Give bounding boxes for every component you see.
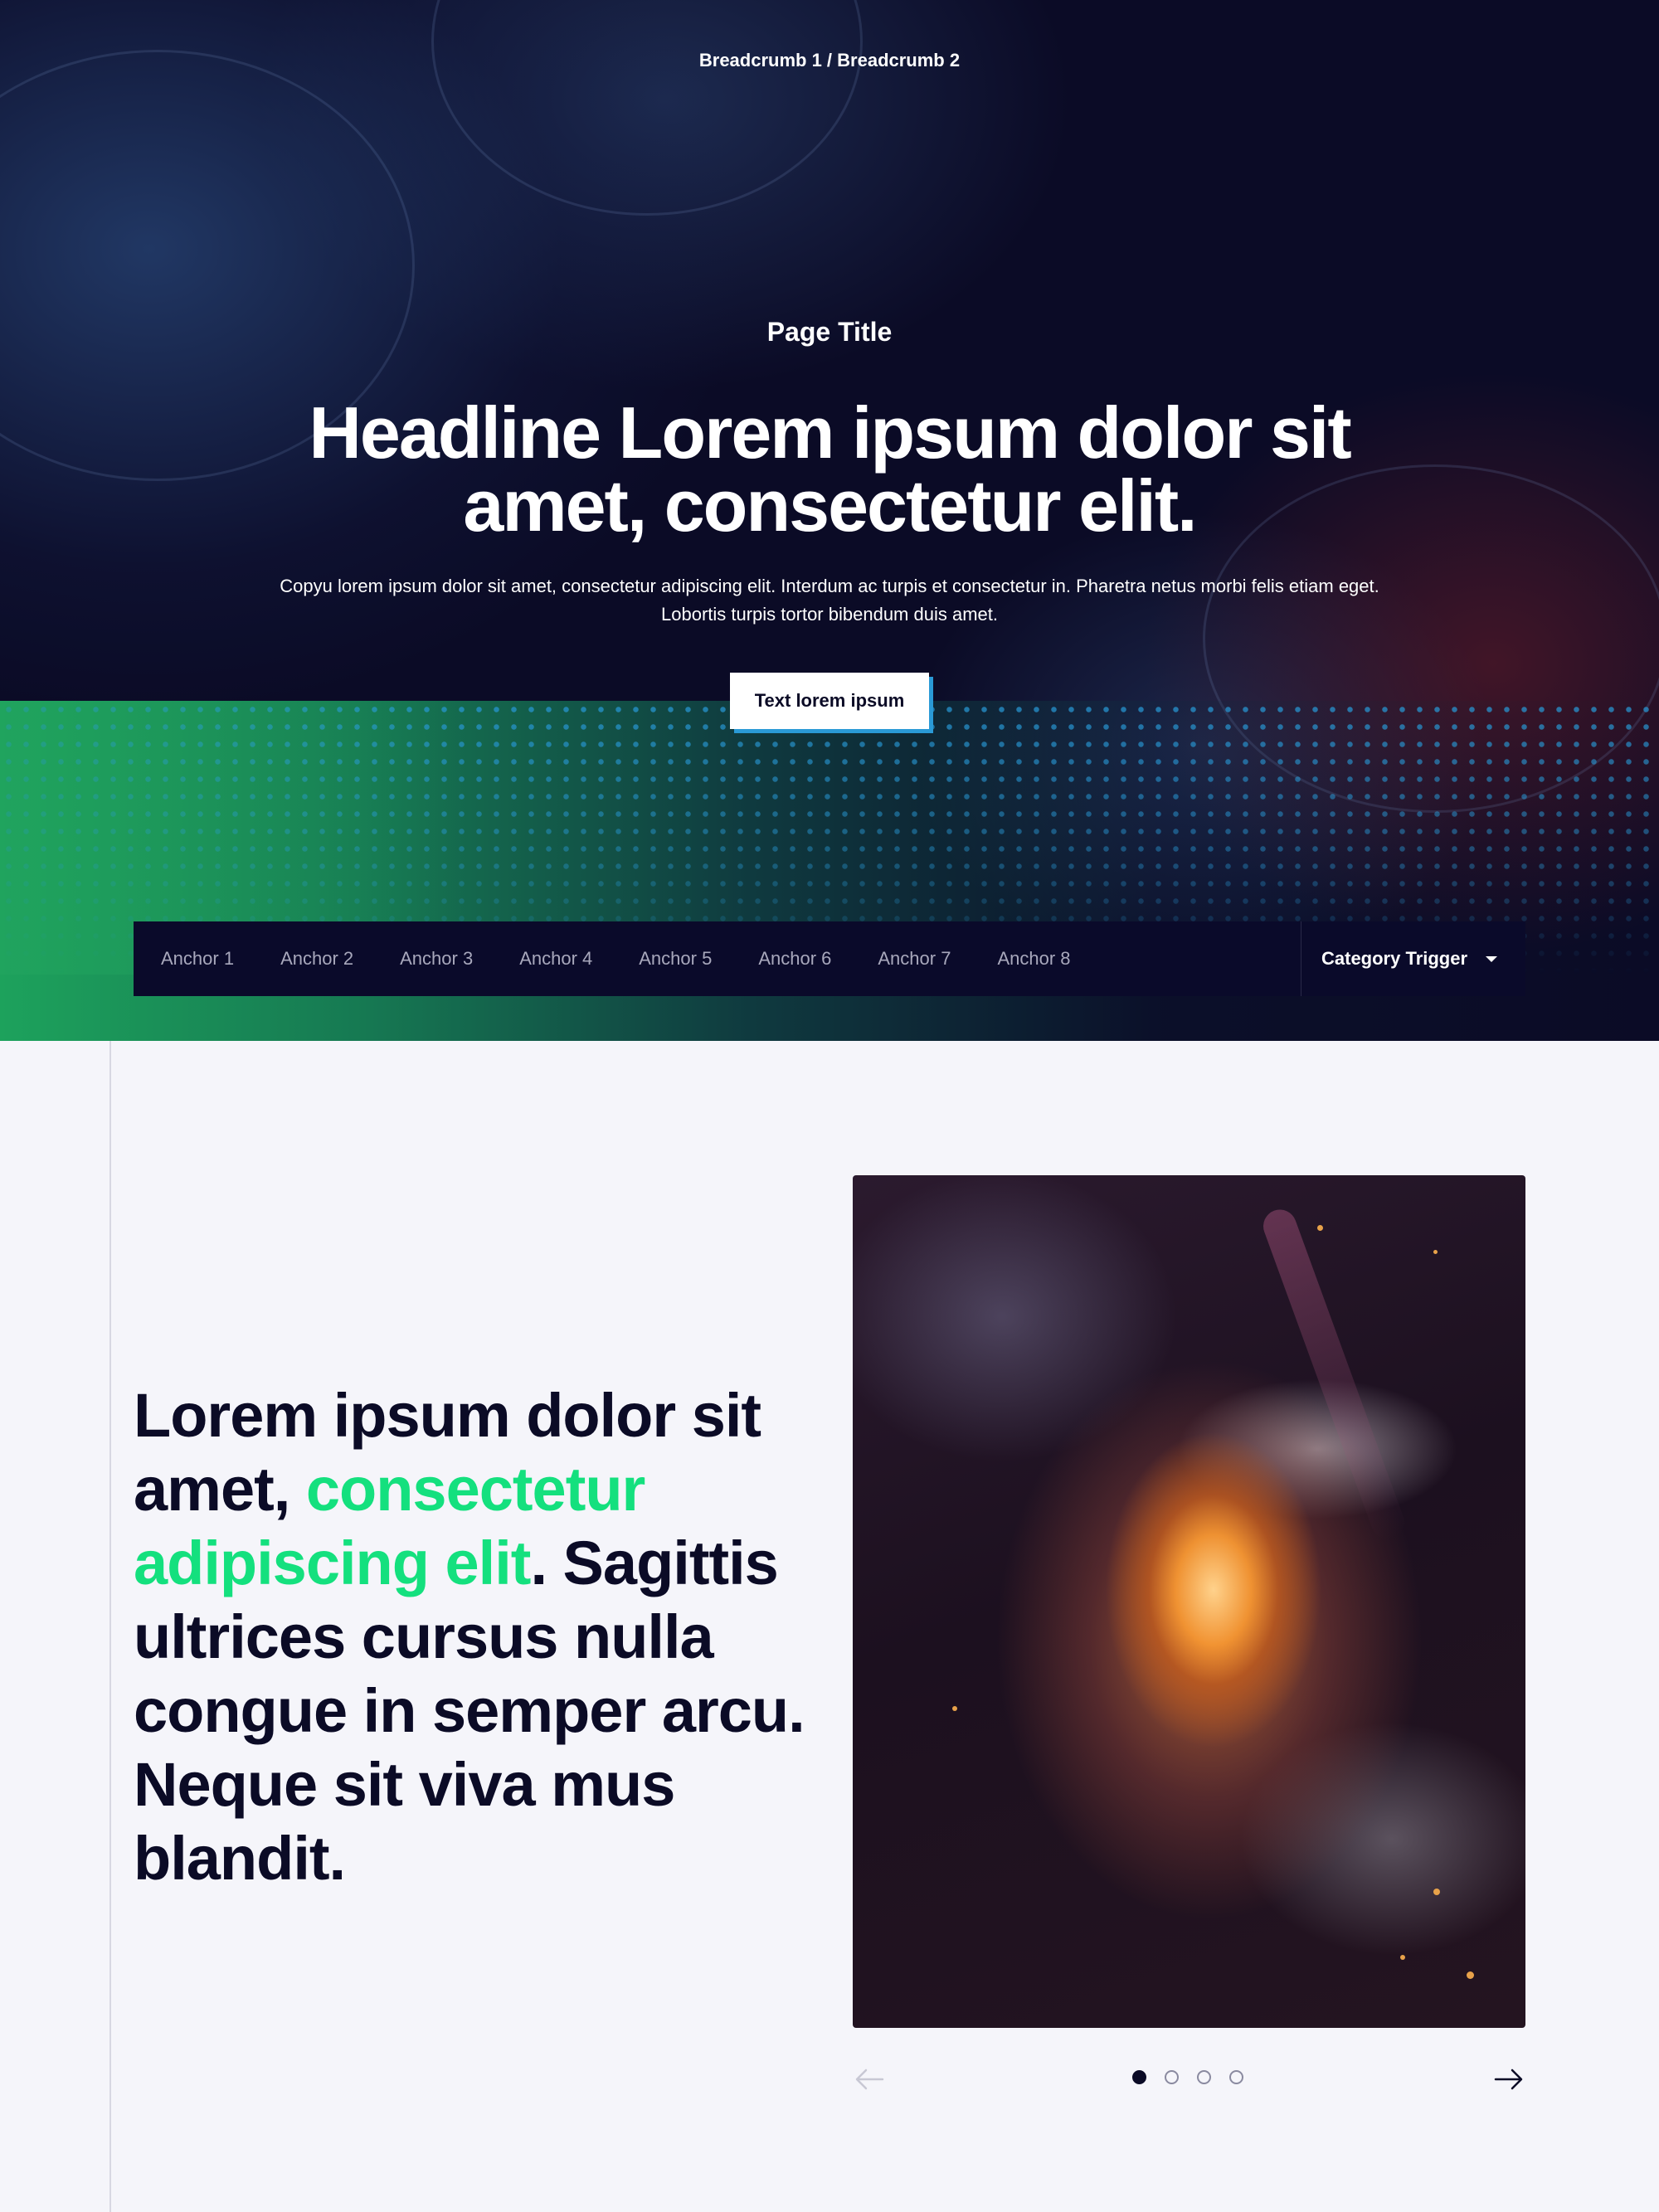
page-title: Page Title (766, 317, 893, 347)
image-streak (1258, 1204, 1409, 1544)
anchor-nav: Anchor 1 Anchor 2 Anchor 3 Anchor 4 Anch… (134, 921, 1525, 996)
anchor-link[interactable]: Anchor 4 (519, 948, 592, 970)
breadcrumb[interactable]: Breadcrumb 1 / Breadcrumb 2 (0, 50, 1659, 71)
lead-text: Lorem ipsum dolor sit amet, consectetur … (134, 1378, 814, 1895)
anchor-link[interactable]: Anchor 1 (161, 948, 234, 970)
image-sparkle (1317, 1225, 1323, 1231)
hero-texture (431, 0, 863, 216)
carousel-dot[interactable] (1197, 2070, 1211, 2084)
vertical-divider (109, 1041, 111, 2212)
image-sparkle (952, 1706, 957, 1711)
category-trigger-dropdown[interactable]: Category Trigger (1301, 921, 1525, 996)
category-trigger-label: Category Trigger (1321, 948, 1468, 969)
image-sparkle (1400, 1955, 1405, 1960)
hero-copy: Copyu lorem ipsum dolor sit amet, consec… (280, 576, 1379, 625)
anchor-link[interactable]: Anchor 8 (997, 948, 1070, 970)
image-sparkle (1467, 1971, 1474, 1979)
cta-button[interactable]: Text lorem ipsum (730, 673, 929, 729)
hero-section: Breadcrumb 1 / Breadcrumb 2 Page Title H… (0, 0, 1659, 1041)
carousel-image (853, 1175, 1525, 2028)
carousel-dot[interactable] (1229, 2070, 1243, 2084)
anchor-list: Anchor 1 Anchor 2 Anchor 3 Anchor 4 Anch… (134, 921, 1301, 996)
anchor-link[interactable]: Anchor 2 (280, 948, 353, 970)
image-sparkle (1433, 1889, 1440, 1895)
carousel-pagination (1132, 2070, 1262, 2084)
carousel-dot[interactable] (1132, 2070, 1146, 2084)
arrow-right-icon[interactable] (1492, 2063, 1525, 2096)
anchor-link[interactable]: Anchor 6 (758, 948, 831, 970)
arrow-left-icon[interactable] (853, 2063, 886, 2096)
carousel-dot[interactable] (1165, 2070, 1179, 2084)
hero-headline: Headline Lorem ipsum dolor sit amet, con… (309, 391, 1351, 547)
anchor-link[interactable]: Anchor 3 (400, 948, 473, 970)
image-sparkle (1433, 1250, 1438, 1254)
caret-down-icon (1486, 955, 1498, 962)
anchor-link[interactable]: Anchor 7 (878, 948, 951, 970)
anchor-link[interactable]: Anchor 5 (639, 948, 712, 970)
